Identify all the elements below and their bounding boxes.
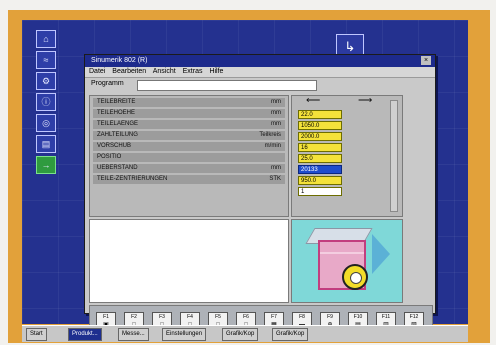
message-area[interactable] — [89, 219, 289, 303]
param-unit: STK — [269, 176, 281, 182]
value-field-selected[interactable]: 20133 — [298, 165, 342, 174]
param-row[interactable]: ZAHLTEILUNG Teilkreis — [93, 131, 285, 140]
param-row[interactable]: VORSCHUB m/min — [93, 142, 285, 151]
param-row[interactable]: TEILELAENGE mm — [93, 120, 285, 129]
desktop: ⌂ ≈ ⚙ ⓘ ◎ ▤ → ↳ Sinumerik 802 (R) × Date… — [22, 20, 468, 344]
arrow-shape — [372, 234, 390, 274]
vertical-scrollbar[interactable] — [390, 100, 398, 212]
value-field[interactable]: 25.0 — [298, 154, 342, 163]
taskbar-item-messe[interactable]: Messe... — [118, 328, 149, 341]
printer-icon[interactable]: ▤ — [36, 135, 56, 153]
gauge-icon — [342, 264, 368, 290]
menu-bar: Datei Bearbeiten Ansicht Extras Hilfe — [85, 67, 435, 78]
value-field[interactable]: 16 — [298, 143, 342, 152]
menu-item-extras[interactable]: Extras — [183, 68, 203, 75]
start-button[interactable]: Start — [26, 328, 47, 341]
param-label: TEILELAENGE — [97, 121, 139, 127]
program-input[interactable] — [137, 80, 317, 91]
param-row[interactable]: TEILEBREITE mm — [93, 98, 285, 107]
info-icon[interactable]: ⓘ — [36, 93, 56, 111]
folder-icon[interactable]: ⌂ — [36, 30, 56, 48]
exit-icon[interactable]: → — [36, 156, 56, 174]
menu-item-ansicht[interactable]: Ansicht — [153, 68, 176, 75]
taskbar: Start Produkt... Messe... Einstellungen … — [22, 325, 468, 342]
value-field[interactable]: 1 — [298, 187, 342, 196]
param-row[interactable]: TEILEHOEHE mm — [93, 109, 285, 118]
param-row[interactable]: TEILE-ZENTRIERUNGEN STK — [93, 175, 285, 184]
param-row[interactable]: POSITIO — [93, 153, 285, 162]
taskbar-item-einstellungen[interactable]: Einstellungen — [162, 328, 207, 341]
parameter-list: TEILEBREITE mm TEILEHOEHE mm TEILELAENGE mm… — [89, 95, 289, 217]
param-label: ZAHLTEILUNG — [97, 132, 138, 138]
param-label: TEILE-ZENTRIERUNGEN — [97, 176, 168, 182]
taskbar-item-grafik-1[interactable]: Grafik/Kop — [222, 328, 259, 341]
value-field[interactable]: 22.0 — [298, 110, 342, 119]
arrow-left-icon[interactable]: ⟵ — [306, 95, 320, 106]
menu-item-bearbeiten[interactable]: Bearbeiten — [112, 68, 146, 75]
param-label: POSITIO — [97, 154, 122, 160]
settings-icon[interactable]: ⚙ — [36, 72, 56, 90]
param-unit: Teilkreis — [259, 132, 281, 138]
window-title: Sinumerik 802 (R) — [91, 57, 148, 64]
network-icon[interactable]: ≈ — [36, 51, 56, 69]
menu-item-hilfe[interactable]: Hilfe — [209, 68, 223, 75]
app-window: Sinumerik 802 (R) × Datei Bearbeiten Ans… — [84, 54, 436, 344]
arrow-right-icon[interactable]: ⟶ — [358, 95, 372, 106]
param-label: TEILEBREITE — [97, 99, 136, 105]
value-field[interactable]: 2000.0 — [298, 132, 342, 141]
title-bar[interactable]: Sinumerik 802 (R) × — [85, 55, 435, 67]
workpiece-illustration — [291, 219, 403, 303]
program-row: Programm — [89, 80, 389, 91]
param-label: VORSCHUB — [97, 143, 132, 149]
param-unit: mm — [271, 121, 281, 127]
nav-arrows: ⟵ ⟶ — [292, 95, 402, 108]
taskbar-item-grafik-2[interactable]: Grafik/Kop — [272, 328, 309, 341]
value-panel: ⟵ ⟶ 22.0 1050.0 2000.0 16 25.0 20133 950… — [291, 95, 403, 217]
param-label: UEBERSTAND — [97, 165, 138, 171]
param-unit: mm — [271, 110, 281, 116]
value-field[interactable]: 950.0 — [298, 176, 342, 185]
taskbar-item-produkt[interactable]: Produkt... — [68, 328, 102, 341]
param-unit: mm — [271, 165, 281, 171]
value-field[interactable]: 1050.0 — [298, 121, 342, 130]
param-label: TEILEHOEHE — [97, 110, 136, 116]
param-unit: m/min — [264, 143, 281, 149]
desktop-icon-column: ⌂ ≈ ⚙ ⓘ ◎ ▤ → — [36, 30, 56, 177]
param-row[interactable]: UEBERSTAND mm — [93, 164, 285, 173]
param-unit: mm — [271, 99, 281, 105]
globe-icon[interactable]: ◎ — [36, 114, 56, 132]
program-label: Programm — [91, 80, 124, 87]
menu-item-datei[interactable]: Datei — [89, 68, 105, 75]
close-button[interactable]: × — [421, 56, 431, 65]
